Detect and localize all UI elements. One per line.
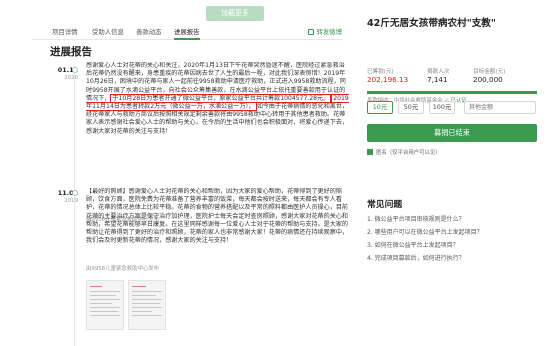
amount-option-10[interactable]: 10元 <box>367 101 393 114</box>
donate-button[interactable]: 募捐已结束 <box>367 124 537 142</box>
anonymous-option[interactable]: 匿名（仅平台用户可以见） <box>367 148 441 156</box>
share-icon <box>308 29 315 35</box>
tab-bar: 项目详情 受助人信息 善款动态 进展报告 转发微博 <box>32 26 342 40</box>
raised-value: 202,196.13 <box>367 75 409 84</box>
faq-link[interactable]: 3. 如何在微公益平台上发起项目？ <box>367 240 459 249</box>
fundraising-stats: 已筹款(元) 202,196.13 捐款人次 7,141 目标金额(元) 200… <box>367 67 537 89</box>
tab-project-details[interactable]: 项目详情 <box>52 27 78 36</box>
share-weibo-link[interactable]: 转发微博 <box>308 27 342 36</box>
amount-option-50[interactable]: 50元 <box>398 101 424 114</box>
amount-option-100[interactable]: 100元 <box>429 101 455 114</box>
donors-label: 捐款人次 <box>427 69 450 75</box>
timeline-line <box>74 66 75 346</box>
report-image[interactable] <box>86 280 124 330</box>
faq-link[interactable]: 1. 微公益平台项目审核规则是什么？ <box>367 214 465 223</box>
other-amount-input[interactable] <box>464 101 536 114</box>
report-year: 2019 <box>64 198 78 204</box>
section-title: 进展报告 <box>50 46 92 58</box>
report-text-body: 【最好的照顾】感谢爱心人士对花蒂的关心和帮助，因为大家的爱心帮助，花蒂得到了更好… <box>86 188 349 245</box>
load-more-button[interactable]: 加载更多 <box>206 6 264 21</box>
report-image[interactable] <box>128 280 166 330</box>
timeline-dot <box>71 190 78 196</box>
share-label: 转发微博 <box>316 28 342 36</box>
faq-title: 常见问题 <box>367 200 403 210</box>
raised-label: 已筹款(元) <box>367 69 394 75</box>
tab-beneficiary-info[interactable]: 受助人信息 <box>92 27 124 36</box>
report-year: 2020 <box>64 75 78 81</box>
project-title: 42斤无居女孩带病农村"支教" <box>367 18 496 29</box>
checkbox-checked-icon[interactable] <box>367 148 373 155</box>
faq-link[interactable]: 4. 完成项目募款后，如何进行执行？ <box>367 253 465 262</box>
report-text: 【最好的照顾】感谢爱心人士对花蒂的关心和帮助，因为大家的爱心帮助，花蒂得到了更好… <box>86 188 350 262</box>
progress-fill <box>367 91 537 94</box>
anonymous-label: 匿名（仅平台用户可以见） <box>376 150 441 156</box>
target-value: 200,000 <box>473 75 503 84</box>
progress-bar <box>367 91 537 94</box>
faq-link[interactable]: 2. 哪些用户可以在微公益平台上发起项目？ <box>367 227 483 236</box>
tab-donation-updates[interactable]: 善款动态 <box>136 27 162 36</box>
target-label: 目标金额(元) <box>473 69 506 75</box>
tab-progress-report[interactable]: 进展报告 <box>174 27 200 40</box>
donors-value: 7,141 <box>427 75 448 84</box>
report-source: 由9958儿童紧急救助中心发布 <box>86 266 160 272</box>
timeline-dot <box>71 67 78 73</box>
